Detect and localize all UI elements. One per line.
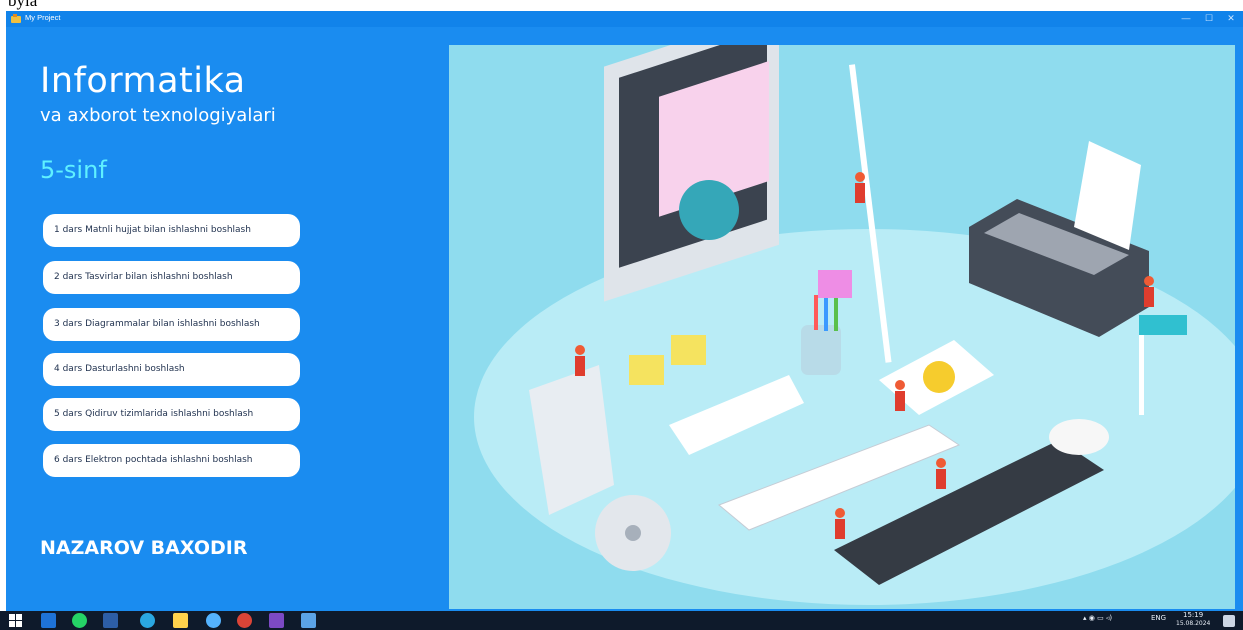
word-icon[interactable]	[103, 613, 118, 628]
illustration-panel	[449, 45, 1235, 609]
workspace-illustration	[474, 45, 1235, 605]
windows-start-icon[interactable]	[8, 613, 23, 628]
clock-date[interactable]: 15.08.2024	[1176, 620, 1210, 627]
browser-icon[interactable]	[206, 613, 221, 628]
clock-time[interactable]: 15:19	[1183, 611, 1203, 619]
file-explorer-icon[interactable]	[173, 613, 188, 628]
telegram-icon[interactable]	[140, 613, 155, 628]
windows10-icon[interactable]	[41, 613, 56, 628]
app-icon[interactable]	[269, 613, 284, 628]
title-bar: My Project — ☐ ✕	[6, 11, 1243, 27]
taskbar: ▴ ◉ ▭ ◃) ENG 15:19 15.08.2024	[0, 611, 1243, 630]
tray-icons[interactable]: ▴ ◉ ▭ ◃)	[1083, 614, 1112, 622]
window-title: My Project	[25, 13, 61, 22]
app-icon	[11, 14, 21, 23]
lesson-6-button[interactable]: 6 dars Elektron pochtada ishlashni boshl…	[43, 444, 300, 477]
whatsapp-icon[interactable]	[72, 613, 87, 628]
lesson-4-button[interactable]: 4 dars Dasturlashni boshlash	[43, 353, 300, 386]
app-window: My Project — ☐ ✕ Informatika va axborot …	[6, 11, 1243, 611]
language-indicator[interactable]: ENG	[1151, 614, 1166, 622]
author-name: NAZAROV BAXODIR	[40, 537, 248, 559]
minimize-button[interactable]: —	[1175, 11, 1197, 27]
chrome-icon[interactable]	[237, 613, 252, 628]
lesson-2-button[interactable]: 2 dars Tasvirlar bilan ishlashni boshlas…	[43, 261, 300, 294]
lesson-1-button[interactable]: 1 dars Matnli hujjat bilan ishlashni bos…	[43, 214, 300, 247]
project-icon[interactable]	[301, 613, 316, 628]
lesson-5-button[interactable]: 5 dars Qidiruv tizimlarida ishlashni bos…	[43, 398, 300, 431]
app-title: Informatika	[40, 61, 246, 101]
maximize-button[interactable]: ☐	[1198, 11, 1220, 27]
grade-label: 5-sinf	[40, 156, 107, 184]
app-subtitle: va axborot texnologiyalari	[40, 105, 276, 126]
close-button[interactable]: ✕	[1220, 11, 1242, 27]
notification-icon[interactable]	[1223, 615, 1235, 627]
lesson-3-button[interactable]: 3 dars Diagrammalar bilan ishlashni bosh…	[43, 308, 300, 341]
document-text-fragment: byla	[0, 0, 1243, 11]
